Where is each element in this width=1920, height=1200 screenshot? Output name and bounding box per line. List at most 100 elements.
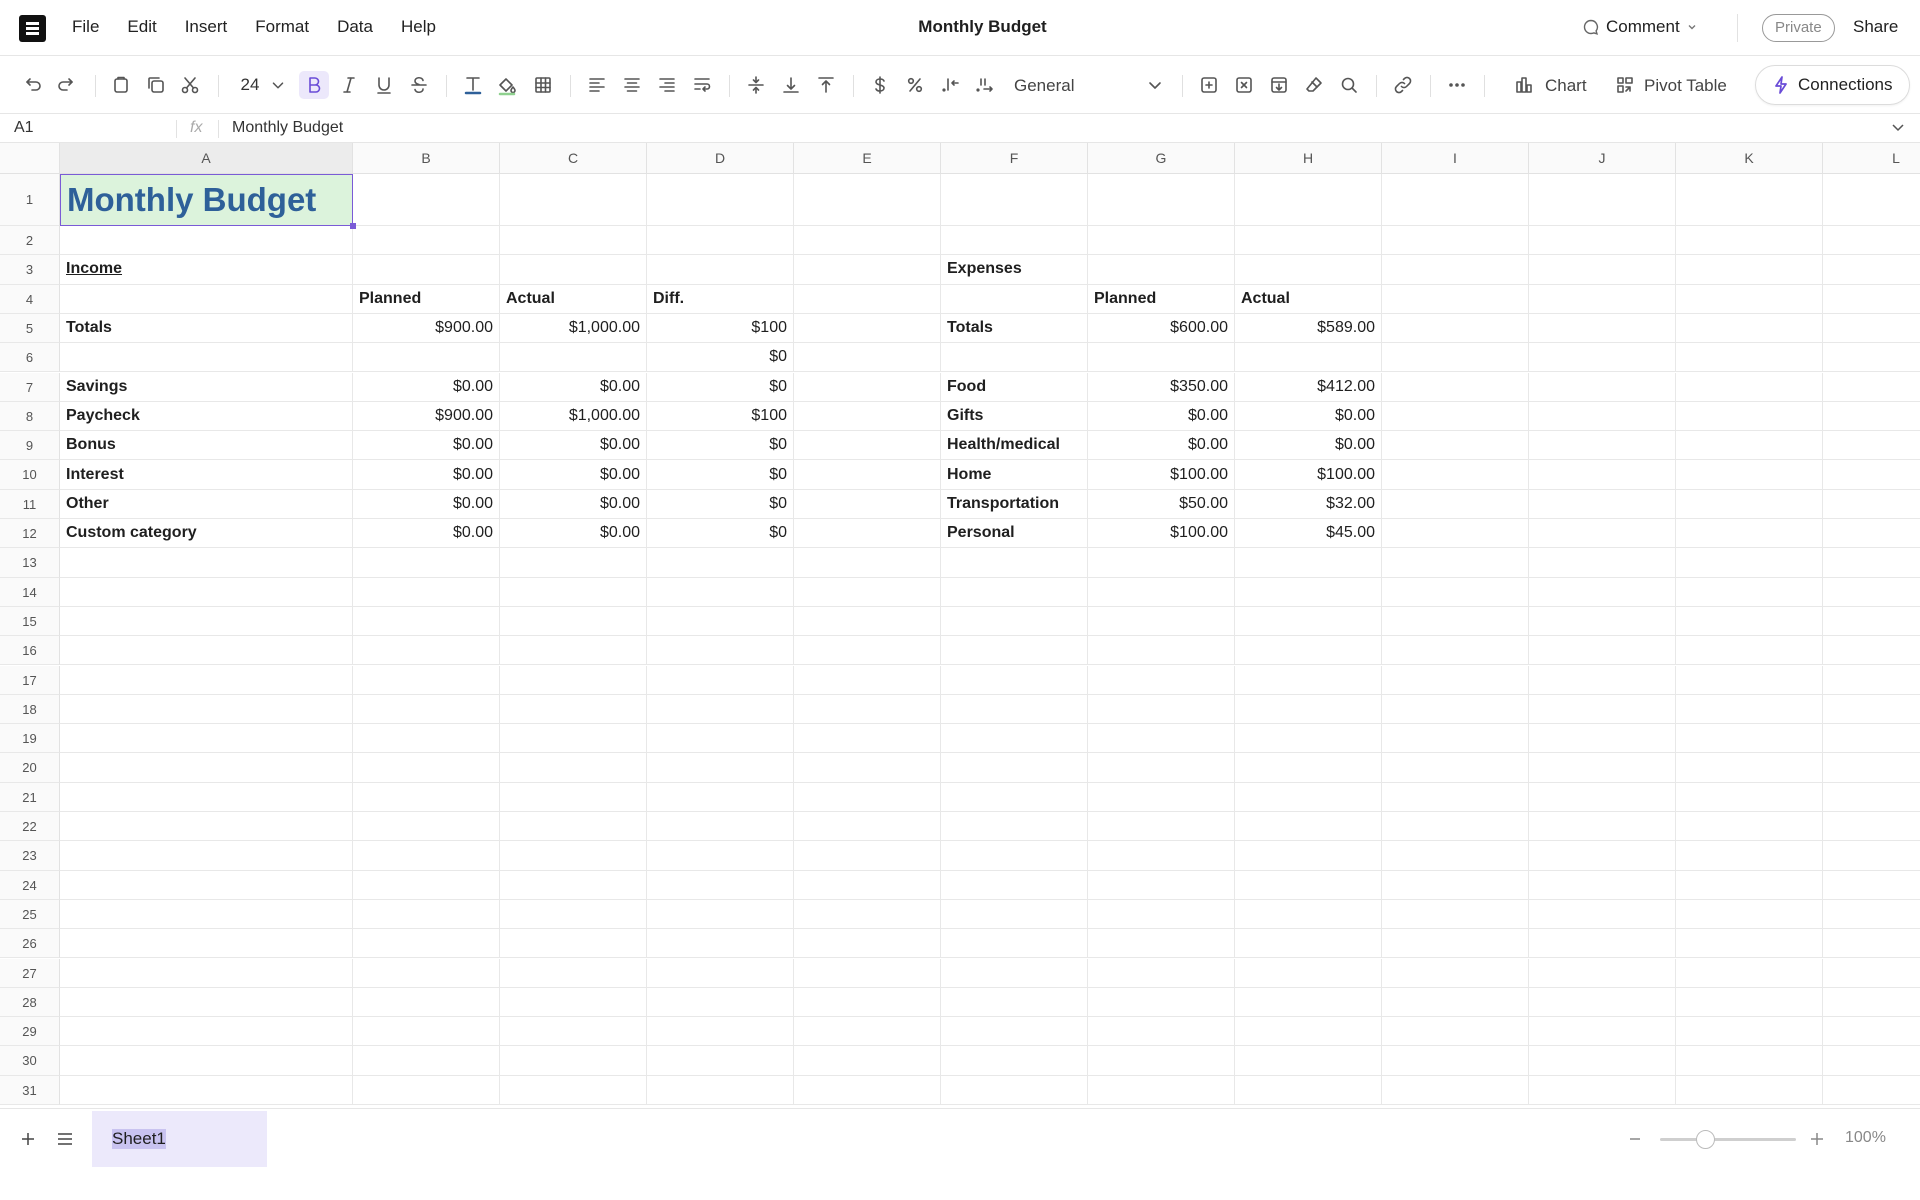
column-header-a[interactable]: A: [60, 143, 353, 174]
cell-k26[interactable]: [1676, 929, 1823, 959]
cell-d15[interactable]: [647, 606, 794, 637]
sheet-list-icon[interactable]: [55, 1129, 75, 1154]
cut-icon[interactable]: [178, 71, 202, 99]
row-header[interactable]: 18: [0, 694, 60, 725]
cell-a1[interactable]: Monthly Budget: [60, 174, 353, 226]
cell-d9[interactable]: $0: [647, 431, 794, 461]
cell-f29[interactable]: [941, 1017, 1088, 1047]
row-header[interactable]: 21: [0, 782, 60, 812]
cell-h3[interactable]: [1235, 255, 1382, 285]
cell-a3[interactable]: Income: [60, 255, 353, 285]
cell-b5[interactable]: $900.00: [353, 313, 500, 344]
cell-a16[interactable]: [60, 636, 353, 666]
cell-a19[interactable]: [60, 724, 353, 754]
cell-c12[interactable]: $0.00: [500, 519, 647, 549]
row-header[interactable]: 15: [0, 606, 60, 637]
fill-color-icon[interactable]: [495, 71, 519, 99]
cell-b21[interactable]: [353, 782, 500, 812]
cell-g1[interactable]: [1088, 174, 1235, 226]
cell-l13[interactable]: [1823, 548, 1920, 578]
cell-c30[interactable]: [500, 1046, 647, 1076]
cell-i28[interactable]: [1382, 987, 1529, 1018]
cell-i26[interactable]: [1382, 929, 1529, 959]
cell-i11[interactable]: [1382, 489, 1529, 519]
cell-i7[interactable]: [1382, 372, 1529, 402]
cell-b15[interactable]: [353, 606, 500, 637]
formula-input[interactable]: Monthly Budget: [232, 119, 343, 137]
cell-k4[interactable]: [1676, 284, 1823, 314]
cell-l14[interactable]: [1823, 578, 1920, 607]
cell-a18[interactable]: [60, 694, 353, 725]
cell-f25[interactable]: [941, 899, 1088, 930]
cell-k23[interactable]: [1676, 841, 1823, 871]
cell-f10[interactable]: Home: [941, 460, 1088, 490]
cell-e9[interactable]: [794, 431, 941, 461]
row-header[interactable]: 12: [0, 519, 60, 549]
cell-c21[interactable]: [500, 782, 647, 812]
cell-k13[interactable]: [1676, 548, 1823, 578]
cell-h26[interactable]: [1235, 929, 1382, 959]
cell-g13[interactable]: [1088, 548, 1235, 578]
cell-e22[interactable]: [794, 812, 941, 842]
cell-i20[interactable]: [1382, 753, 1529, 783]
cell-d31[interactable]: [647, 1075, 794, 1105]
cell-j6[interactable]: [1529, 343, 1676, 373]
row-header[interactable]: 4: [0, 284, 60, 314]
cell-c17[interactable]: [500, 665, 647, 695]
cell-a4[interactable]: [60, 284, 353, 314]
cell-l6[interactable]: [1823, 343, 1920, 373]
cell-k14[interactable]: [1676, 577, 1823, 607]
cell-i25[interactable]: [1382, 899, 1529, 930]
row-header[interactable]: 25: [0, 899, 60, 930]
cell-e7[interactable]: [794, 372, 941, 402]
cell-k12[interactable]: [1676, 519, 1823, 549]
insert-row-icon[interactable]: [1267, 71, 1291, 99]
cell-h18[interactable]: [1235, 694, 1382, 725]
cell-a17[interactable]: [60, 665, 353, 695]
cell-e3[interactable]: [794, 255, 941, 285]
cell-g7[interactable]: $350.00: [1088, 372, 1235, 402]
cell-h17[interactable]: [1235, 665, 1382, 695]
text-color-icon[interactable]: [461, 71, 485, 99]
row-header[interactable]: 7: [0, 372, 60, 402]
underline-icon[interactable]: [372, 71, 396, 99]
cell-h5[interactable]: $589.00: [1235, 313, 1382, 344]
cell-c1[interactable]: [500, 174, 647, 226]
cell-c14[interactable]: [500, 577, 647, 607]
cell-b20[interactable]: [353, 753, 500, 783]
cell-h10[interactable]: $100.00: [1235, 460, 1382, 490]
cell-e15[interactable]: [794, 606, 941, 637]
cell-d30[interactable]: [647, 1046, 794, 1076]
cell-a29[interactable]: [60, 1017, 353, 1047]
cell-b16[interactable]: [353, 636, 500, 666]
align-center-icon[interactable]: [620, 71, 644, 99]
cell-g25[interactable]: [1088, 899, 1235, 930]
cell-h27[interactable]: [1235, 958, 1382, 988]
cell-b22[interactable]: [353, 812, 500, 842]
cell-b28[interactable]: [353, 987, 500, 1018]
cell-k10[interactable]: [1676, 460, 1823, 490]
cell-d14[interactable]: [647, 577, 794, 607]
column-header-i[interactable]: I: [1382, 143, 1529, 174]
cell-h16[interactable]: [1235, 636, 1382, 666]
cell-c7[interactable]: $0.00: [500, 372, 647, 402]
cell-h8[interactable]: $0.00: [1235, 401, 1382, 432]
cell-e25[interactable]: [794, 899, 941, 930]
row-header[interactable]: 17: [0, 665, 60, 695]
cell-i15[interactable]: [1382, 606, 1529, 637]
cell-d13[interactable]: [647, 548, 794, 578]
cell-l23[interactable]: [1823, 841, 1920, 871]
cell-f20[interactable]: [941, 753, 1088, 783]
spreadsheet-grid[interactable]: A B C D E F G H I J K L 1 Monthly Budget 2 3 Income Expen…: [0, 143, 1920, 1105]
cell-k2[interactable]: [1676, 226, 1823, 256]
cell-e11[interactable]: [794, 489, 941, 519]
bold-icon[interactable]: [299, 71, 329, 99]
cell-d3[interactable]: [647, 255, 794, 285]
cell-d6[interactable]: $0: [647, 343, 794, 373]
cell-d25[interactable]: [647, 899, 794, 930]
cell-i3[interactable]: [1382, 255, 1529, 285]
cell-b23[interactable]: [353, 841, 500, 871]
cell-j19[interactable]: [1529, 724, 1676, 754]
cell-l7[interactable]: [1823, 373, 1920, 402]
cell-d21[interactable]: [647, 782, 794, 812]
